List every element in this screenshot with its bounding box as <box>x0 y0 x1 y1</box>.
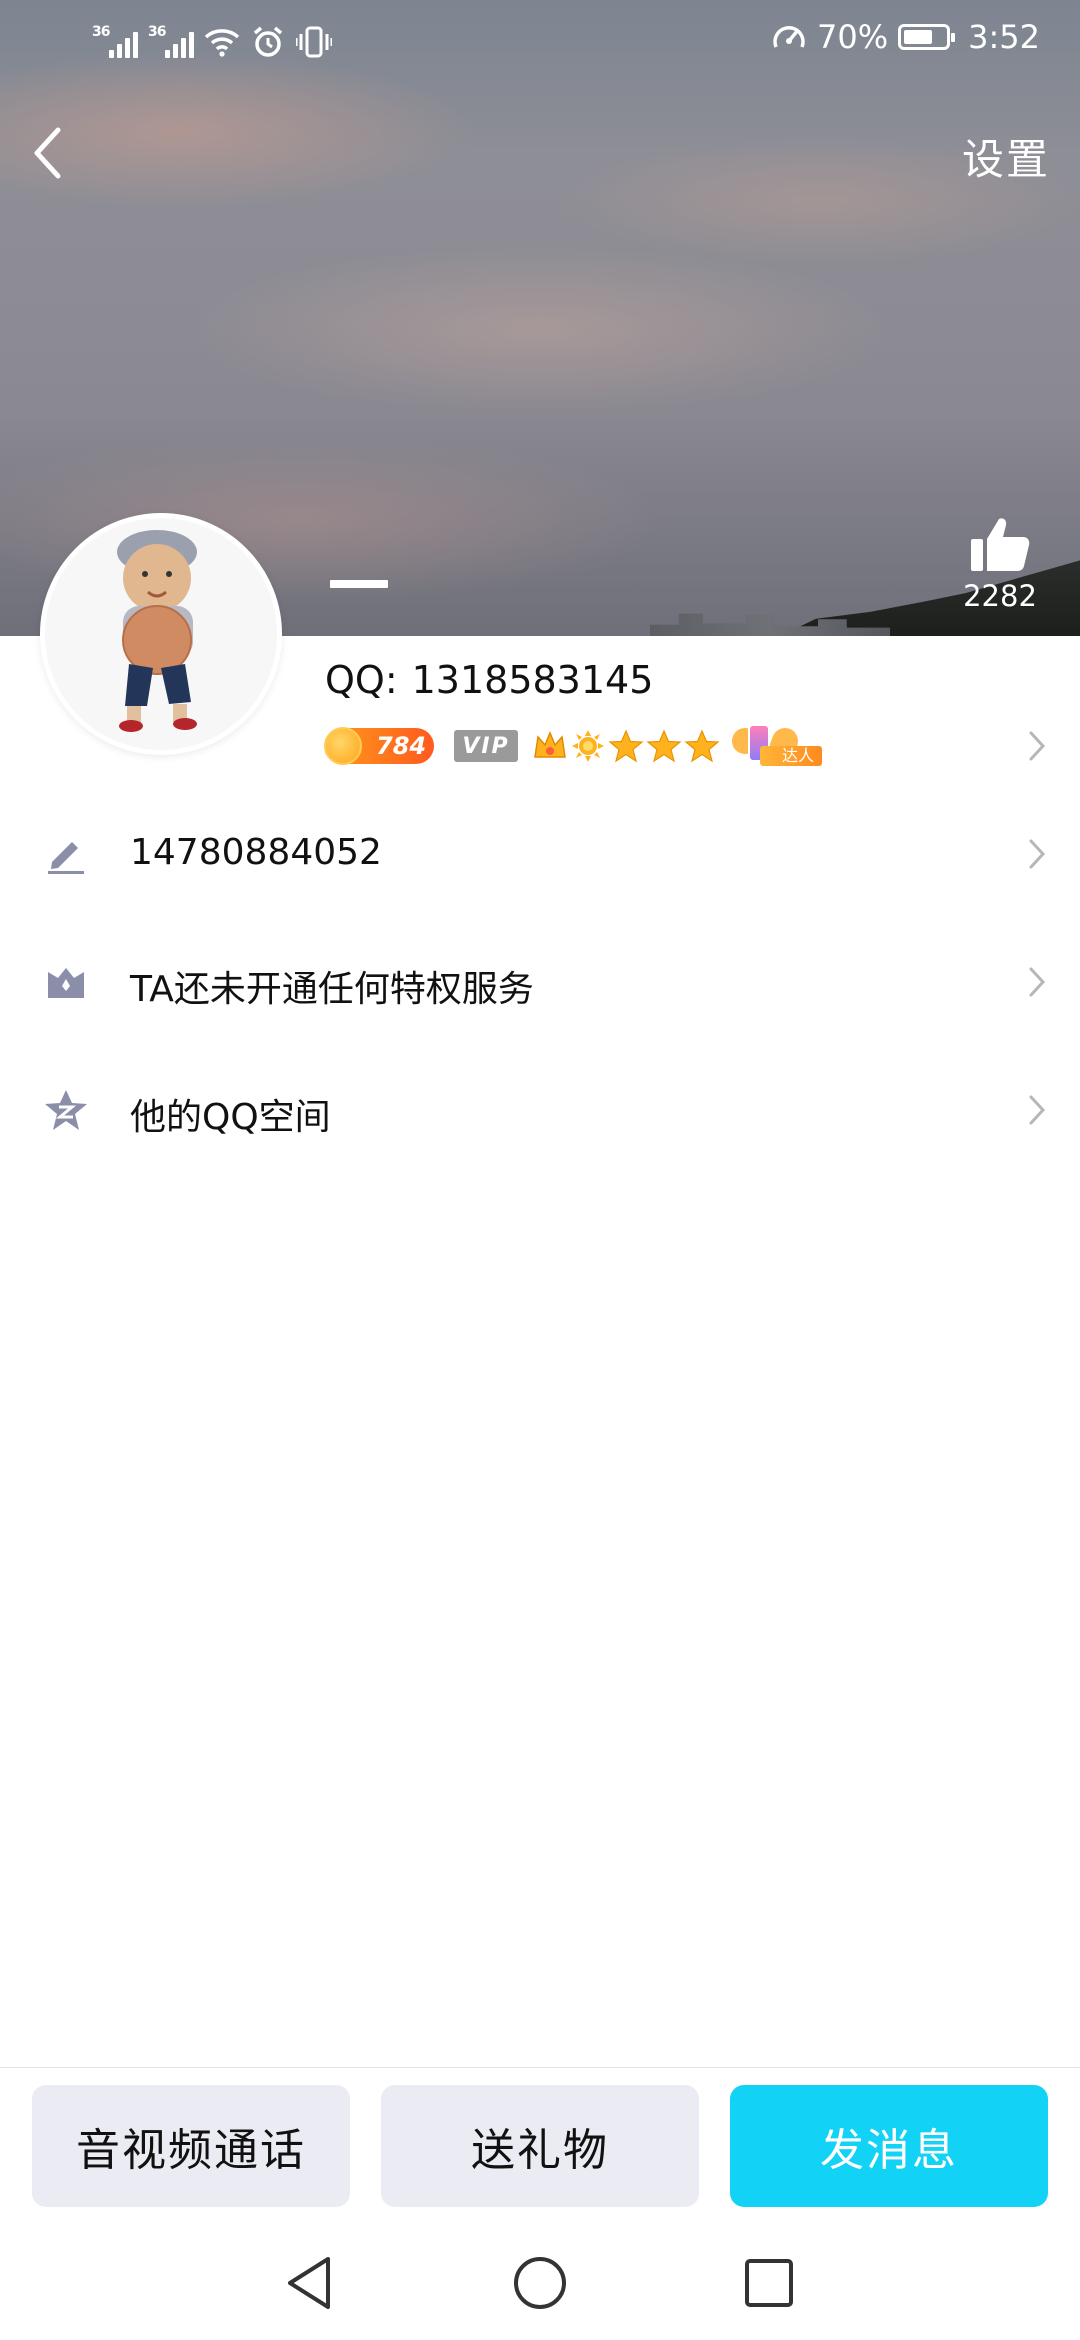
send-gift-button[interactable]: 送礼物 <box>381 2085 699 2207</box>
crown-badge-icon <box>42 958 90 1006</box>
avatar[interactable] <box>40 513 282 755</box>
like-button[interactable]: 2282 <box>950 515 1050 620</box>
star-icon <box>608 729 644 763</box>
sim2-network-label: 36 <box>148 24 167 40</box>
badges-row[interactable]: 784 VIP 达人 <box>324 724 826 768</box>
battery-percent: 70% <box>817 18 889 56</box>
square-recents-icon <box>745 2259 793 2307</box>
vip-badge[interactable]: VIP <box>454 730 518 762</box>
chevron-right-icon <box>1024 1092 1050 1128</box>
clock: 3:52 <box>968 18 1040 56</box>
video-call-button[interactable]: 音视频通话 <box>32 2085 350 2207</box>
signal-icon: 36 <box>92 24 138 60</box>
signature-text: 14780884052 <box>130 832 382 873</box>
circle-home-icon <box>514 2257 566 2309</box>
talent-label: 达人 <box>760 746 823 766</box>
avatar-figure-icon <box>45 518 277 750</box>
qq-label: QQ: <box>325 658 398 702</box>
star-icon <box>684 729 720 763</box>
coin-level-badge[interactable]: 784 <box>324 727 434 765</box>
system-navigation-bar <box>0 2227 1080 2340</box>
chevron-right-icon <box>1024 964 1050 1000</box>
coin-icon <box>324 727 362 765</box>
list-item-privileges[interactable]: TA还未开通任何特权服务 <box>0 918 1080 1046</box>
like-count: 2282 <box>963 579 1037 613</box>
profile-details-chevron[interactable] <box>1024 728 1050 764</box>
speedometer-icon <box>771 19 807 55</box>
nav-recents-button[interactable] <box>737 2251 801 2315</box>
qzone-text: 他的QQ空间 <box>130 1097 331 1138</box>
chevron-right-icon <box>1024 836 1050 872</box>
coin-level: 784 <box>376 732 427 760</box>
nav-back-button[interactable] <box>277 2251 341 2315</box>
sim1-network-label: 36 <box>92 24 111 40</box>
send-message-button[interactable]: 发消息 <box>730 2085 1048 2207</box>
star-icon <box>646 729 682 763</box>
status-bar: 36 36 70% 3:52 <box>0 0 1080 84</box>
battery-icon <box>898 24 956 50</box>
sun-icon <box>572 730 604 762</box>
triangle-back-icon <box>288 2257 330 2309</box>
crown-icon <box>534 731 566 758</box>
nickname-dash <box>330 580 388 588</box>
privileges-text: TA还未开通任何特权服务 <box>130 969 534 1010</box>
chevron-right-icon <box>1029 731 1046 761</box>
nav-home-button[interactable] <box>508 2251 572 2315</box>
settings-button[interactable]: 设置 <box>962 126 1050 187</box>
chevron-left-icon <box>34 127 61 179</box>
qq-number: 1318583145 <box>411 658 654 702</box>
back-button[interactable] <box>22 120 72 186</box>
thumbs-up-icon <box>971 518 1030 571</box>
qq-number-row: QQ: 1318583145 <box>325 658 653 702</box>
qzone-star-icon <box>42 1086 90 1134</box>
list-item-qzone[interactable]: 他的QQ空间 <box>0 1046 1080 1174</box>
status-left-icons: 36 36 <box>92 20 332 60</box>
alarm-icon <box>250 24 286 60</box>
pencil-icon <box>42 830 90 878</box>
bottom-action-bar: 音视频通话 送礼物 发消息 <box>0 2067 1080 2228</box>
status-right-icons: 70% 3:52 <box>771 18 1040 56</box>
level-icons[interactable] <box>532 729 720 763</box>
wifi-icon <box>204 24 240 60</box>
list-item-signature[interactable]: 14780884052 <box>0 790 1080 918</box>
talent-badge[interactable]: 达人 <box>728 724 826 768</box>
vibrate-icon <box>296 24 332 60</box>
signal-icon: 36 <box>148 24 194 60</box>
